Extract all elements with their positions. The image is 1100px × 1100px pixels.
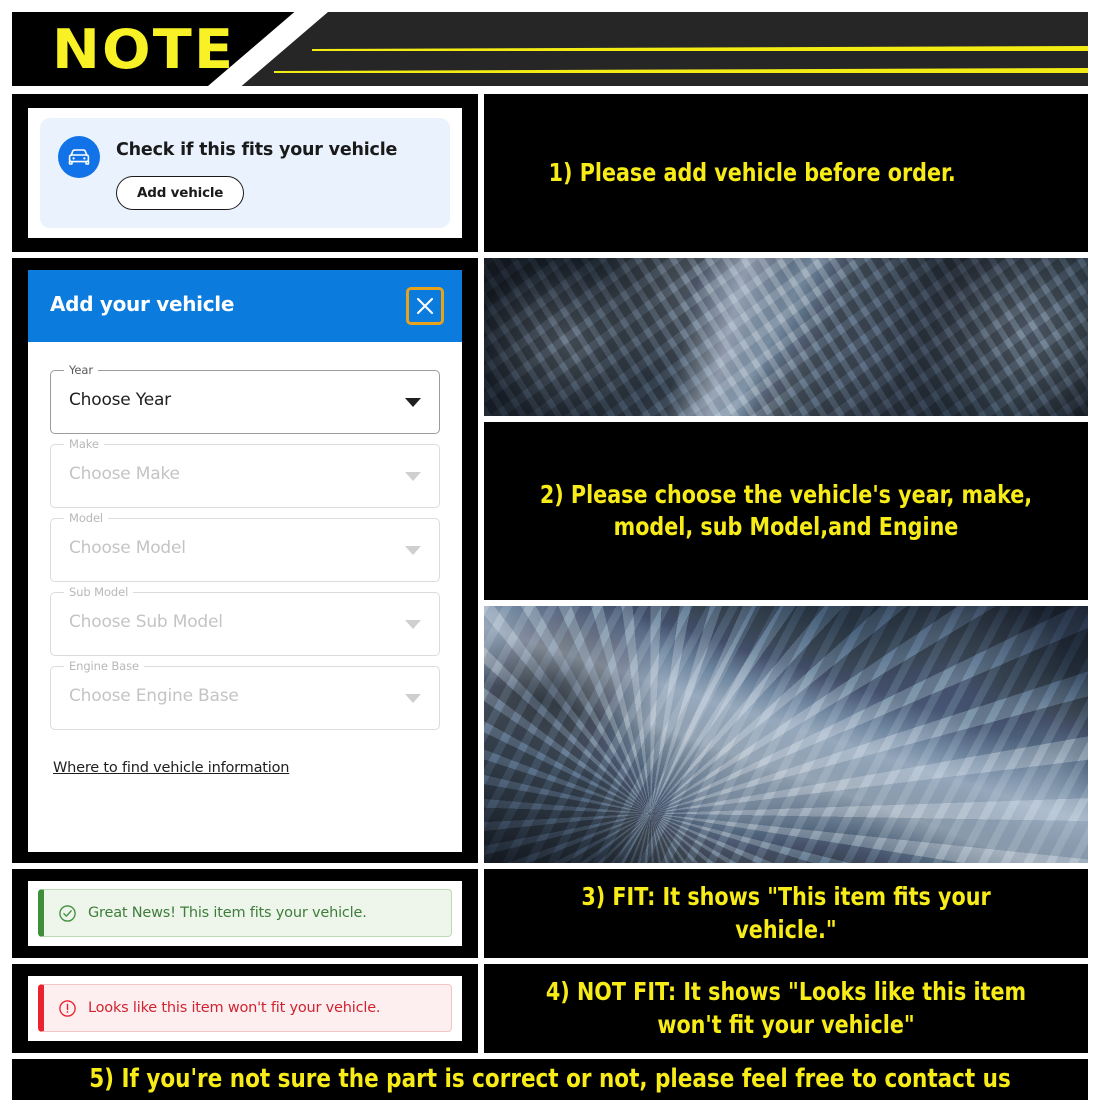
note-5-line-1: 5) If you're not sure the part is correc… [89,1063,1011,1100]
cell-fit-card: Check if this fits your vehicle Add vehi… [12,94,478,252]
note-1-text: 1) Please add vehicle before order. [548,157,956,187]
exclamation-circle-icon [58,999,77,1018]
note-2-line-1: 2) Please choose the vehicle's year, mak… [539,479,1033,509]
where-to-find-vehicle-info-link[interactable]: Where to find vehicle information [53,760,289,776]
note-2-line-2: model, sub Model,and Engine [613,512,959,541]
chevron-down-icon [405,472,421,481]
field-make-label: Make [64,437,104,451]
cell-note-4: 4) NOT FIT: It shows "Looks like this it… [484,964,1088,1053]
note-infographic-page: NOTE Check if this fits your vehicle Add… [0,0,1100,1100]
header-banner: NOTE [12,12,1088,86]
cell-gear-image-1 [484,258,1088,416]
dialog-title: Add your vehicle [50,292,235,316]
fit-card-title: Check if this fits your vehicle [116,140,398,160]
note-4-line-1: 4) NOT FIT: It shows "Looks like this it… [545,977,1027,1006]
field-year[interactable]: Year Choose Year [50,363,440,434]
close-icon[interactable] [406,287,444,325]
cell-note-3: 3) FIT: It shows "This item fits your ve… [484,869,1088,958]
gears-image-1 [484,258,1088,416]
add-vehicle-dialog: Add your vehicle Year Choose Year Make C… [28,270,462,852]
fit-check-card: Check if this fits your vehicle Add vehi… [40,118,450,228]
fit-alert-panel: Great News! This item fits your vehicle. [28,881,462,946]
field-year-label: Year [64,363,98,377]
chevron-down-icon [405,620,421,629]
content-grid: Check if this fits your vehicle Add vehi… [12,94,1088,1100]
cell-fit-alert: Great News! This item fits your vehicle. [12,869,478,958]
gears-image-2 [484,606,1088,863]
field-engine-base-label: Engine Base [64,659,144,673]
chevron-down-icon [405,546,421,555]
header-stripe-1 [312,46,1088,51]
note-4-line-2: won't fit your vehicle" [657,1009,915,1039]
note-2-text: 2) Please choose the vehicle's year, mak… [508,422,1064,600]
not-fit-alert-panel: Looks like this item won't fit your vehi… [28,976,462,1041]
gear-sheen [484,258,1088,416]
field-engine-base[interactable]: Engine Base Choose Engine Base [50,659,440,730]
gear-sheen [484,606,1088,863]
note-5-text: 5) If you're not sure the part is correc… [55,1059,1045,1100]
cell-gear-image-2 [484,606,1088,863]
note-3-text: 3) FIT: It shows "This item fits your ve… [581,882,991,944]
field-sub-model-label: Sub Model [64,585,134,599]
note-4-text: 4) NOT FIT: It shows "Looks like this it… [508,964,1064,1053]
not-fit-error-text: Looks like this item won't fit your vehi… [88,1000,381,1016]
cell-note-2: 2) Please choose the vehicle's year, mak… [484,422,1088,600]
check-circle-icon [58,904,77,923]
header-stripe-2 [274,68,1088,73]
chevron-down-icon [405,694,421,703]
field-engine-base-value: Choose Engine Base [69,686,239,706]
field-make-value: Choose Make [69,464,180,484]
field-model-value: Choose Model [69,538,186,558]
cell-add-vehicle-dialog: Add your vehicle Year Choose Year Make C… [12,258,478,863]
field-year-value: Choose Year [69,390,171,410]
page-title: NOTE [52,18,236,81]
cell-note-1: 1) Please add vehicle before order. [484,94,1088,252]
field-model[interactable]: Model Choose Model [50,511,440,582]
fit-card-panel: Check if this fits your vehicle Add vehi… [28,108,462,238]
chevron-down-icon [405,398,421,407]
not-fit-error-alert: Looks like this item won't fit your vehi… [38,984,452,1032]
field-model-label: Model [64,511,109,525]
fit-success-text: Great News! This item fits your vehicle. [88,905,367,921]
field-make[interactable]: Make Choose Make [50,437,440,508]
field-sub-model[interactable]: Sub Model Choose Sub Model [50,585,440,656]
cell-note-5: 5) If you're not sure the part is correc… [12,1059,1088,1100]
cell-not-fit-alert: Looks like this item won't fit your vehi… [12,964,478,1053]
dialog-header: Add your vehicle [28,270,462,342]
car-icon [58,136,100,178]
field-sub-model-value: Choose Sub Model [69,612,223,632]
add-vehicle-button[interactable]: Add vehicle [116,176,245,210]
fit-success-alert: Great News! This item fits your vehicle. [38,889,452,937]
